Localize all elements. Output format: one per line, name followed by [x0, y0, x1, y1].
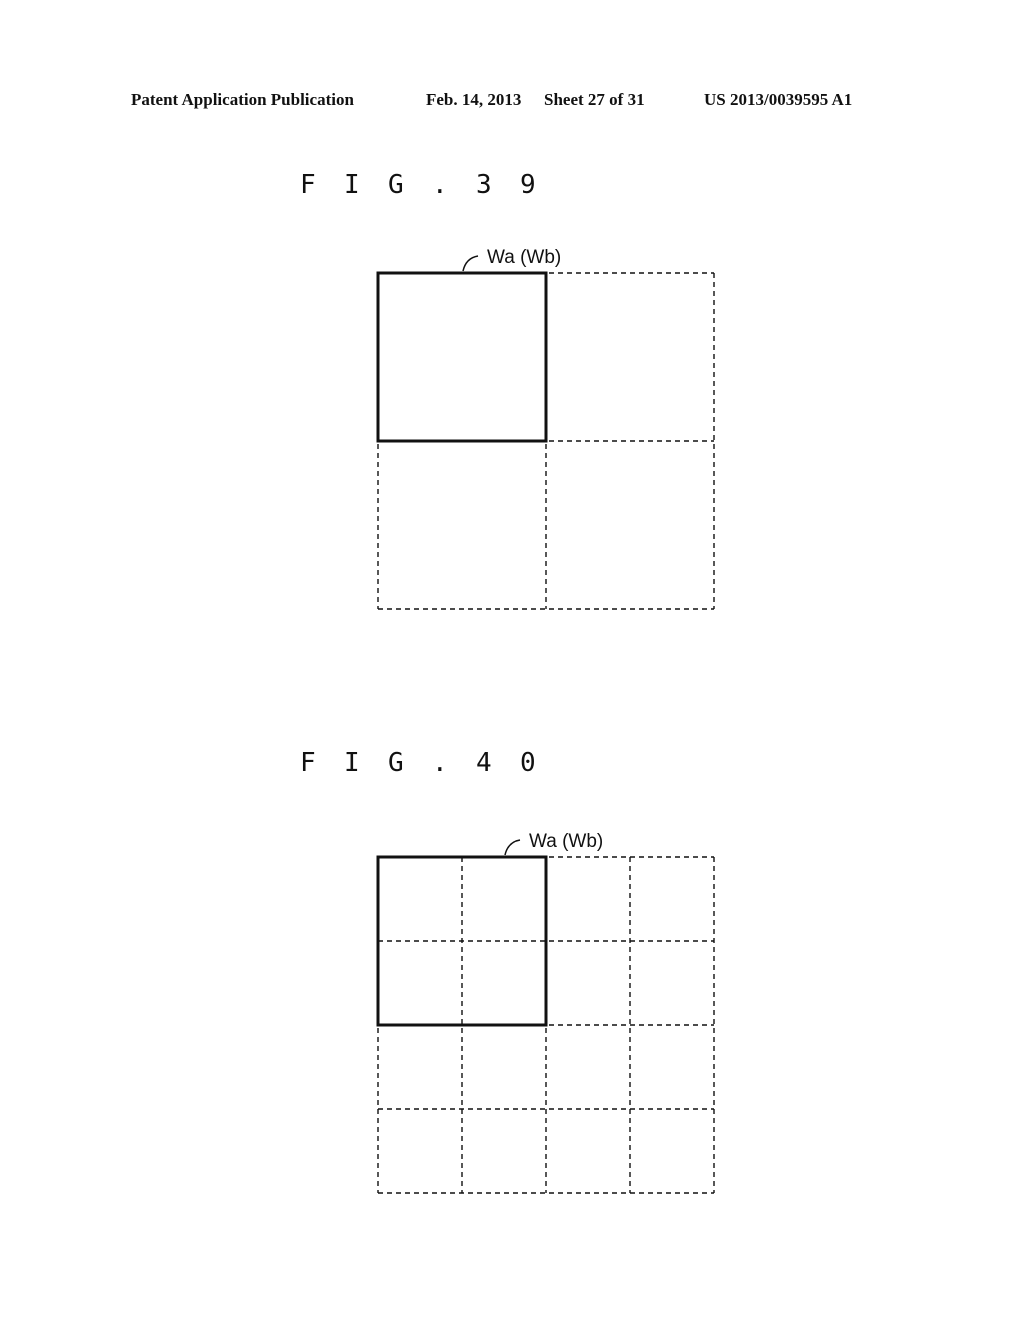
fig40-label: Wa (Wb) [529, 831, 603, 852]
fig39-diagram: Wa (Wb) [376, 247, 715, 610]
fig39-window-wa [376, 271, 548, 443]
fig39-leader-line [462, 255, 479, 272]
figure-drawings: Wa (Wb) Wa (Wb) [376, 247, 715, 1194]
fig40-leader-line [504, 839, 521, 856]
fig39-label: Wa (Wb) [487, 247, 561, 268]
fig40-diagram: Wa (Wb) [376, 831, 715, 1194]
